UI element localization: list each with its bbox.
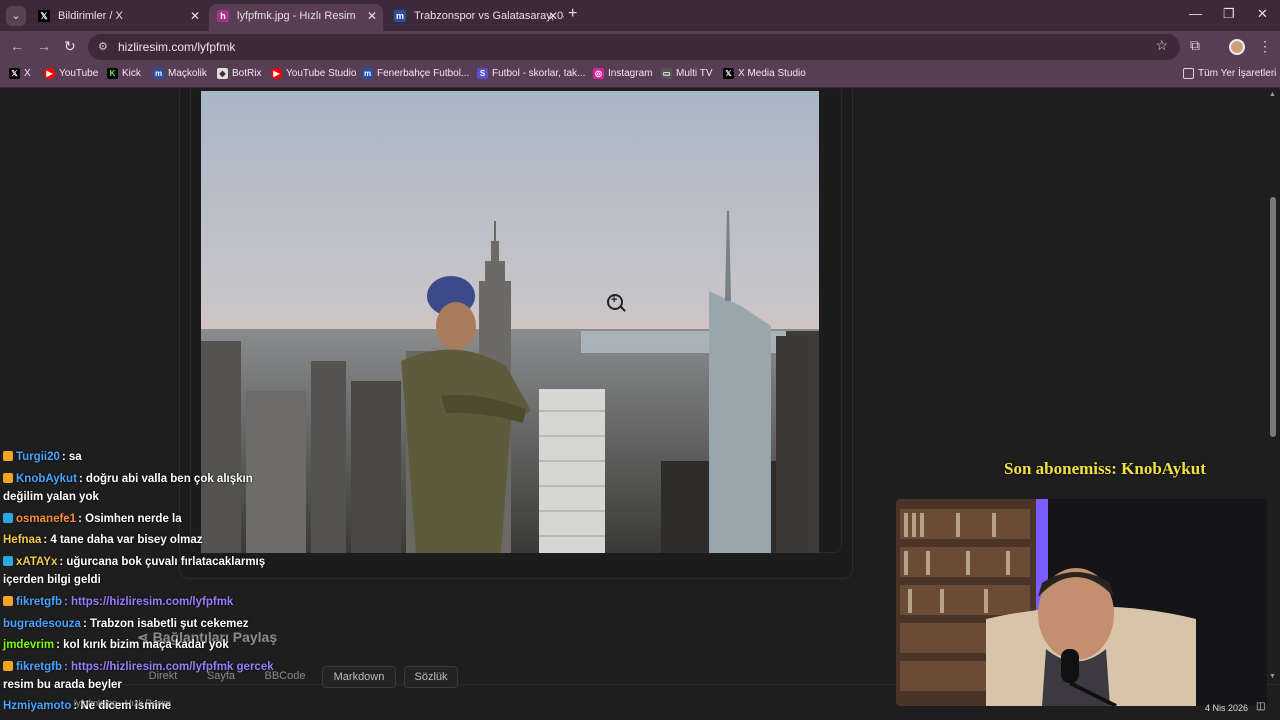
folder-icon bbox=[1183, 68, 1194, 79]
bookmark-fenerbahce[interactable]: m Fenerbahçe Futbol... bbox=[362, 68, 469, 79]
x-icon: 𝕏 bbox=[38, 10, 50, 22]
flashscore-icon: S bbox=[477, 68, 488, 79]
bookmark-mackolik[interactable]: m Maçkolik bbox=[153, 68, 207, 79]
page-scrollbar[interactable]: ▲ ▼ bbox=[1268, 89, 1278, 720]
new-tab-button[interactable]: + bbox=[568, 5, 577, 23]
chat-message-continued: değilim yalan yok bbox=[3, 491, 99, 503]
last-subscriber-label: Son abonemiss: KnobAykut bbox=[1004, 459, 1206, 478]
sub-badge-icon bbox=[3, 596, 13, 606]
x-icon: 𝕏 bbox=[9, 68, 20, 79]
webcam-overlay bbox=[896, 499, 1267, 706]
close-icon[interactable]: ✕ bbox=[367, 4, 377, 28]
close-icon[interactable]: ✕ bbox=[548, 4, 558, 28]
close-window-button[interactable]: ✕ bbox=[1257, 6, 1268, 22]
all-bookmarks-button[interactable]: Tüm Yer İşaretleri bbox=[1183, 68, 1276, 79]
scrollbar-thumb[interactable] bbox=[1270, 197, 1276, 437]
chat-message: Turgii20: sa bbox=[3, 451, 82, 463]
bookmark-youtube[interactable]: ▶ YouTube bbox=[44, 68, 98, 79]
uploaded-image[interactable]: + bbox=[201, 91, 819, 553]
notification-icon[interactable]: ◫ bbox=[1256, 701, 1265, 712]
chat-message-continued: resim bu arada beyler bbox=[3, 679, 122, 691]
webcam-feed bbox=[896, 499, 1267, 706]
botrix-icon: ◆ bbox=[217, 68, 228, 79]
tab-strip: ⌄ 𝕏 Bildirimler / X ✕ h lyfpfmk.jpg - Hı… bbox=[0, 0, 1280, 31]
menu-icon[interactable]: ⋮ bbox=[1258, 38, 1272, 55]
url-text[interactable]: hizliresim.com/lyfpfmk bbox=[118, 40, 235, 54]
tab-title: Trabzonspor vs Galatasaray, 04. bbox=[414, 10, 564, 22]
sub-badge-icon bbox=[3, 661, 13, 671]
chat-message: jmdevrim: kol kırık bizim maça kadar yok bbox=[3, 639, 229, 651]
taskbar: lyfpfmk.jpg - Hızlı Resim 4 Nis 2026 ◫ bbox=[0, 696, 1280, 720]
stream-chat-overlay: Turgii20: sa KnobAykut: doğru abi valla … bbox=[0, 429, 290, 720]
city-skyline-photo bbox=[201, 91, 819, 553]
reload-icon[interactable]: ↻ bbox=[64, 38, 76, 55]
chat-message: fikretgfb: https://hizliresim.com/lyfpfm… bbox=[3, 596, 233, 608]
chat-message: KnobAykut: doğru abi valla ben çok alışk… bbox=[3, 473, 253, 485]
bookmark-botrix[interactable]: ◆ BotRix bbox=[217, 68, 261, 79]
bookmark-star-icon[interactable]: ☆ bbox=[1155, 37, 1168, 54]
format-markdown-button[interactable]: Markdown bbox=[322, 666, 396, 688]
bookmark-multitv[interactable]: ▭ Multi TV bbox=[661, 68, 713, 79]
bookmarks-bar: 𝕏X ▶ YouTube K Kick m Maçkolik ◆ BotRix ▶ You… bbox=[0, 63, 1280, 88]
close-icon[interactable]: ✕ bbox=[190, 4, 200, 28]
address-bar[interactable]: ⚙ hizliresim.com/lyfpfmk ☆ bbox=[88, 34, 1180, 60]
tab-hizliresim[interactable]: h lyfpfmk.jpg - Hızlı Resim ✕ bbox=[209, 4, 383, 31]
scroll-up-icon[interactable]: ▲ bbox=[1269, 91, 1276, 98]
chat-message: xATAYx: uğurcana bok çuvalı fırlatacakla… bbox=[3, 556, 265, 568]
youtube-icon: ▶ bbox=[44, 68, 55, 79]
bookmark-youtube-studio[interactable]: ▶ YouTube Studio bbox=[271, 68, 356, 79]
bookmark-instagram[interactable]: ◎ Instagram bbox=[593, 68, 652, 79]
browser-toolbar: ← → ↻ ⚙ hizliresim.com/lyfpfmk ☆ ⧉ ⋮ bbox=[0, 31, 1280, 63]
tab-title: lyfpfmk.jpg - Hızlı Resim bbox=[237, 10, 356, 22]
sub-badge-icon bbox=[3, 473, 13, 483]
verified-badge-icon bbox=[3, 556, 13, 566]
sub-badge-icon bbox=[3, 451, 13, 461]
site-info-icon[interactable]: ⚙ bbox=[98, 40, 112, 54]
youtube-studio-icon: ▶ bbox=[271, 68, 282, 79]
minimize-button[interactable]: — bbox=[1189, 6, 1202, 21]
forward-icon[interactable]: → bbox=[37, 38, 51, 54]
mackolik-icon: m bbox=[362, 68, 373, 79]
tab-x-notifications[interactable]: 𝕏 Bildirimler / X ✕ bbox=[30, 4, 206, 28]
instagram-icon: ◎ bbox=[593, 68, 604, 79]
chat-message: Hefnaa: 4 tane daha var bisey olmaz bbox=[3, 534, 203, 546]
tab-title: Bildirimler / X bbox=[58, 10, 123, 22]
verified-badge-icon bbox=[3, 513, 13, 523]
chat-message: osmanefe1: Osimhen nerde la bbox=[3, 513, 182, 525]
extensions-icon[interactable]: ⧉ bbox=[1190, 37, 1200, 54]
kick-icon: K bbox=[107, 68, 118, 79]
format-sozluk-button[interactable]: Sözlük bbox=[404, 666, 458, 688]
chat-message: bugradesouza: Trabzon isabetli şut cekem… bbox=[3, 618, 249, 630]
hizliresim-icon: h bbox=[217, 10, 229, 22]
bookmark-x[interactable]: 𝕏X bbox=[9, 68, 31, 79]
scroll-down-icon[interactable]: ▼ bbox=[1269, 673, 1276, 680]
tab-search-button[interactable]: ⌄ bbox=[6, 6, 26, 26]
avatar[interactable] bbox=[1229, 39, 1245, 55]
taskbar-date: 4 Nis 2026 bbox=[1205, 703, 1249, 713]
bookmark-kick[interactable]: K Kick bbox=[107, 68, 141, 79]
chat-message: fikretgfb: https://hizliresim.com/lyfpfm… bbox=[3, 661, 274, 673]
chat-message-continued: içerden bilgi geldi bbox=[3, 574, 101, 586]
x-icon: 𝕏 bbox=[723, 68, 734, 79]
bookmark-futbol[interactable]: S Futbol - skorlar, tak... bbox=[477, 68, 585, 79]
back-icon[interactable]: ← bbox=[10, 38, 24, 54]
zoom-in-icon[interactable]: + bbox=[607, 294, 623, 310]
taskbar-window-title[interactable]: lyfpfmk.jpg - Hızlı Resim bbox=[74, 698, 171, 708]
restore-button[interactable]: ❐ bbox=[1223, 6, 1235, 22]
bookmark-x-media-studio[interactable]: 𝕏X Media Studio bbox=[723, 68, 806, 79]
mackolik-icon: m bbox=[153, 68, 164, 79]
multitv-icon: ▭ bbox=[661, 68, 672, 79]
tab-mackolik[interactable]: m Trabzonspor vs Galatasaray, 04. ✕ bbox=[386, 4, 564, 28]
mackolik-icon: m bbox=[394, 10, 406, 22]
